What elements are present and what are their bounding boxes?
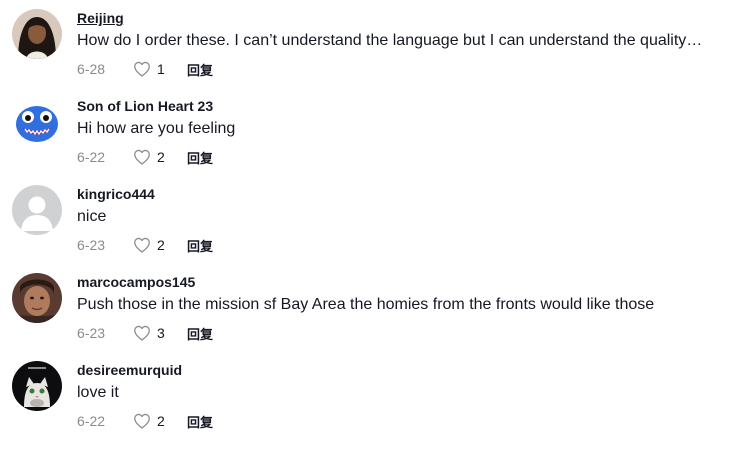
like-count: 2	[157, 237, 165, 253]
comment-item: Son of Lion Heart 23 Hi how are you feel…	[0, 97, 735, 185]
comment-username[interactable]: marcocampos145	[77, 273, 195, 291]
comment-meta: 6-22 2 回复	[77, 410, 213, 432]
comment-date: 6-23	[77, 325, 106, 341]
like-button[interactable]: 3	[133, 325, 187, 341]
comment-text: How do I order these. I can’t understand…	[77, 32, 703, 49]
user-avatar[interactable]	[12, 9, 62, 59]
user-avatar[interactable]	[12, 361, 62, 411]
user-photo-icon	[12, 9, 62, 59]
comment-username[interactable]: Son of Lion Heart 23	[77, 97, 213, 115]
comment-date: 6-22	[77, 413, 106, 429]
reply-button[interactable]: 回复	[187, 236, 213, 255]
reply-button[interactable]: 回复	[187, 412, 213, 431]
default-avatar-icon	[12, 185, 62, 235]
blue-monster-icon	[12, 97, 62, 147]
comment-item: Reijing How do I order these. I can’t un…	[0, 9, 735, 97]
comment-date: 6-23	[77, 237, 106, 253]
comment-text: Push those in the mission sf Bay Area th…	[77, 296, 655, 313]
reply-button[interactable]: 回复	[187, 324, 213, 343]
like-button[interactable]: 2	[133, 149, 187, 165]
comment-meta: 6-23 2 回复	[77, 234, 213, 256]
like-button[interactable]: 2	[133, 237, 187, 253]
user-avatar[interactable]	[12, 185, 62, 235]
heart-icon	[134, 149, 150, 165]
comment-username[interactable]: kingrico444	[77, 185, 155, 203]
heart-icon	[134, 237, 150, 253]
user-avatar[interactable]	[12, 273, 62, 323]
comment-meta: 6-23 3 回复	[77, 322, 213, 344]
like-count: 2	[157, 149, 165, 165]
like-button[interactable]: 1	[133, 61, 187, 77]
comment-item: kingrico444 nice 6-23 2 回复	[0, 185, 735, 273]
heart-icon	[134, 413, 150, 429]
comment-date: 6-22	[77, 149, 106, 165]
comment-username[interactable]: desireemurquid	[77, 361, 182, 379]
heart-icon	[134, 325, 150, 341]
like-count: 2	[157, 413, 165, 429]
comment-meta: 6-28 1 回复	[77, 58, 213, 80]
comment-item: marcocampos145 Push those in the mission…	[0, 273, 735, 361]
user-photo-icon	[12, 273, 62, 323]
like-count: 1	[157, 61, 165, 77]
reply-button[interactable]: 回复	[187, 148, 213, 167]
like-button[interactable]: 2	[133, 413, 187, 429]
like-count: 3	[157, 325, 165, 341]
comment-date: 6-28	[77, 61, 106, 77]
comment-item: desireemurquid love it 6-22 2 回复	[0, 361, 735, 449]
comment-text: nice	[77, 208, 107, 225]
comment-meta: 6-22 2 回复	[77, 146, 213, 168]
comment-username[interactable]: Reijing	[77, 9, 124, 27]
heart-icon	[134, 61, 150, 77]
cat-photo-icon	[12, 361, 62, 411]
comment-text: love it	[77, 384, 119, 401]
reply-button[interactable]: 回复	[187, 60, 213, 79]
comment-list: Reijing How do I order these. I can’t un…	[0, 0, 735, 450]
user-avatar[interactable]	[12, 97, 62, 147]
comment-text: Hi how are you feeling	[77, 120, 236, 137]
